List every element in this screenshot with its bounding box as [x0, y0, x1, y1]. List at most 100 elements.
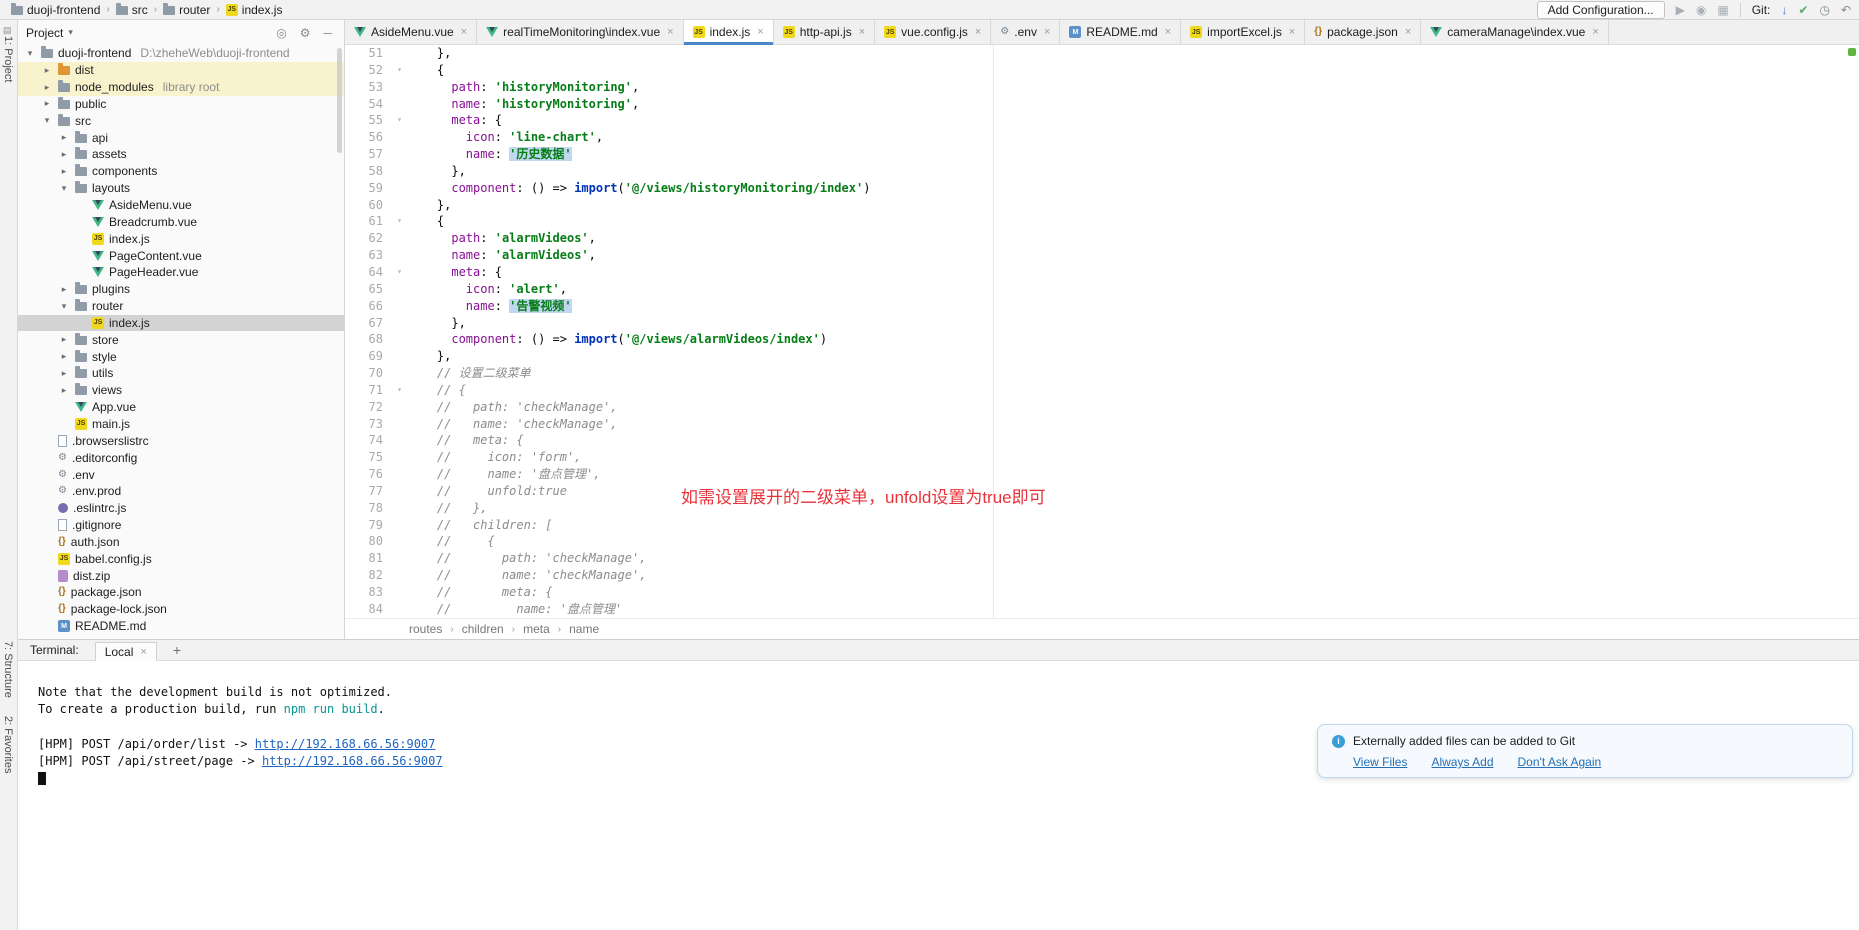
code-line[interactable]: 63 name: 'alarmVideos', [345, 247, 1859, 264]
sidebar-tab-favorites[interactable]: 2: Favorites [2, 716, 14, 773]
editor-tab-asidemenu-vue[interactable]: AsideMenu.vue× [345, 20, 477, 44]
code-line[interactable]: 58 }, [345, 163, 1859, 180]
tree-item-assets[interactable]: ▸assets [18, 146, 344, 163]
tree-item-readme-md[interactable]: MREADME.md [18, 618, 344, 635]
tree-item--browserslistrc[interactable]: .browserslistrc [18, 432, 344, 449]
fold-icon[interactable]: ▾ [391, 264, 408, 281]
notification-link-don-t-ask-again[interactable]: Don't Ask Again [1518, 755, 1602, 769]
tree-item-style[interactable]: ▸style [18, 348, 344, 365]
code-line[interactable]: 83 // meta: { [345, 584, 1859, 601]
code-line[interactable]: 74 // meta: { [345, 432, 1859, 449]
fold-icon[interactable]: ▾ [391, 213, 408, 230]
editor-tab--env[interactable]: ⚙.env× [991, 20, 1060, 44]
code-line[interactable]: 73 // name: 'checkManage', [345, 416, 1859, 433]
code-line[interactable]: 67 }, [345, 315, 1859, 332]
editor-tab-readme-md[interactable]: MREADME.md× [1060, 20, 1181, 44]
tree-item-breadcrumb-vue[interactable]: Breadcrumb.vue [18, 213, 344, 230]
code-line[interactable]: 76 // name: '盘点管理', [345, 466, 1859, 483]
tree-item-main-js[interactable]: JSmain.js [18, 416, 344, 433]
editor-tab-cameramanage-index-vue[interactable]: cameraManage\index.vue× [1421, 20, 1609, 44]
tree-item--env-prod[interactable]: ⚙.env.prod [18, 483, 344, 500]
tree-item-duoji-frontend[interactable]: ▾duoji-frontendD:\zheheWeb\duoji-fronten… [18, 45, 344, 62]
tree-item--eslintrc-js[interactable]: .eslintrc.js [18, 500, 344, 517]
breadcrumb-item[interactable]: router [160, 3, 213, 17]
close-icon[interactable]: × [1165, 26, 1171, 38]
breadcrumb-item[interactable]: duoji-frontend [8, 3, 103, 17]
code-line[interactable]: 56 icon: 'line-chart', [345, 129, 1859, 146]
fold-icon[interactable]: ▾ [391, 382, 408, 399]
chevron-right-icon[interactable]: ▸ [41, 82, 53, 93]
close-icon[interactable]: × [1592, 26, 1598, 38]
code-line[interactable]: 51 }, [345, 45, 1859, 62]
tree-item-babel-config-js[interactable]: JSbabel.config.js [18, 550, 344, 567]
tree-item-src[interactable]: ▾src [18, 112, 344, 129]
sidebar-tab-project[interactable]: 1: Project [2, 36, 14, 82]
notification-link-view-files[interactable]: View Files [1353, 755, 1407, 769]
code-line[interactable]: 64▾ meta: { [345, 264, 1859, 281]
code-line[interactable]: 59 component: () => import('@/views/hist… [345, 180, 1859, 197]
tree-item-index-js[interactable]: JSindex.js [18, 230, 344, 247]
editor-tab-importexcel-js[interactable]: JSimportExcel.js× [1181, 20, 1305, 44]
editor-breadcrumb-item[interactable]: meta [523, 622, 550, 636]
code-line[interactable]: 57 name: '历史数据' [345, 146, 1859, 163]
code-line[interactable]: 81 // path: 'checkManage', [345, 550, 1859, 567]
tree-item-utils[interactable]: ▸utils [18, 365, 344, 382]
editor-breadcrumb-item[interactable]: name [569, 622, 599, 636]
terminal-tab-local[interactable]: Local × [95, 642, 157, 661]
tree-item-pageheader-vue[interactable]: PageHeader.vue [18, 264, 344, 281]
code-line[interactable]: 77 // unfold:true [345, 483, 1859, 500]
close-icon[interactable]: × [140, 646, 146, 658]
code-line[interactable]: 68 component: () => import('@/views/alar… [345, 331, 1859, 348]
tree-item-auth-json[interactable]: {}auth.json [18, 533, 344, 550]
tree-item-dist-zip[interactable]: dist.zip [18, 567, 344, 584]
gear-icon[interactable]: ⚙ [296, 26, 315, 40]
tree-item-index-js[interactable]: JSindex.js [18, 315, 344, 332]
close-icon[interactable]: × [461, 26, 467, 38]
code-line[interactable]: 75 // icon: 'form', [345, 449, 1859, 466]
code-line[interactable]: 79 // children: [ [345, 517, 1859, 534]
close-icon[interactable]: × [1289, 26, 1295, 38]
tree-item-asidemenu-vue[interactable]: AsideMenu.vue [18, 197, 344, 214]
close-icon[interactable]: × [667, 26, 673, 38]
code-line[interactable]: 69 }, [345, 348, 1859, 365]
code-line[interactable]: 82 // name: 'checkManage', [345, 567, 1859, 584]
code-line[interactable]: 72 // path: 'checkManage', [345, 399, 1859, 416]
code-line[interactable]: 55▾ meta: { [345, 112, 1859, 129]
git-commit-icon[interactable]: ✔ [1798, 4, 1808, 16]
fold-icon[interactable]: ▾ [391, 62, 408, 79]
code-line[interactable]: 80 // { [345, 533, 1859, 550]
tree-item--gitignore[interactable]: .gitignore [18, 517, 344, 534]
chevron-down-icon[interactable]: ▾ [68, 27, 73, 38]
add-configuration-button[interactable]: Add Configuration... [1537, 1, 1665, 19]
tree-item-pagecontent-vue[interactable]: PageContent.vue [18, 247, 344, 264]
code-line[interactable]: 52▾ { [345, 62, 1859, 79]
editor-tab-realtimemonitoring-index-vue[interactable]: realTimeMonitoring\index.vue× [477, 20, 683, 44]
tree-item--editorconfig[interactable]: ⚙.editorconfig [18, 449, 344, 466]
close-icon[interactable]: × [1044, 26, 1050, 38]
chevron-right-icon[interactable]: ▸ [58, 132, 70, 143]
chevron-right-icon[interactable]: ▸ [58, 385, 70, 396]
code-line[interactable]: 54 name: 'historyMonitoring', [345, 96, 1859, 113]
chevron-right-icon[interactable]: ▸ [58, 334, 70, 345]
editor-tab-vue-config-js[interactable]: JSvue.config.js× [875, 20, 991, 44]
close-icon[interactable]: × [859, 26, 865, 38]
breadcrumb-item[interactable]: src [113, 3, 151, 17]
code-line[interactable]: 61▾ { [345, 213, 1859, 230]
chevron-right-icon[interactable]: ▸ [41, 98, 53, 109]
hide-panel-icon[interactable]: ─ [319, 26, 336, 40]
code-line[interactable]: 70 // 设置二级菜单 [345, 365, 1859, 382]
tree-item-node-modules[interactable]: ▸node_moduleslibrary root [18, 79, 344, 96]
run-icon[interactable]: ▶ [1676, 4, 1685, 16]
fold-icon[interactable]: ▾ [391, 112, 408, 129]
history-icon[interactable]: ◷ [1819, 4, 1829, 16]
code-line[interactable]: 65 icon: 'alert', [345, 281, 1859, 298]
notification-link-always-add[interactable]: Always Add [1431, 755, 1493, 769]
tree-item-views[interactable]: ▸views [18, 382, 344, 399]
code-line[interactable]: 78 // }, [345, 500, 1859, 517]
close-icon[interactable]: × [975, 26, 981, 38]
chevron-right-icon[interactable]: ▸ [58, 351, 70, 362]
chevron-right-icon[interactable]: ▸ [58, 368, 70, 379]
code-line[interactable]: 84 // name: '盘点管理' [345, 601, 1859, 618]
tree-scrollbar[interactable] [337, 48, 342, 153]
locate-icon[interactable]: ◎ [272, 26, 290, 40]
